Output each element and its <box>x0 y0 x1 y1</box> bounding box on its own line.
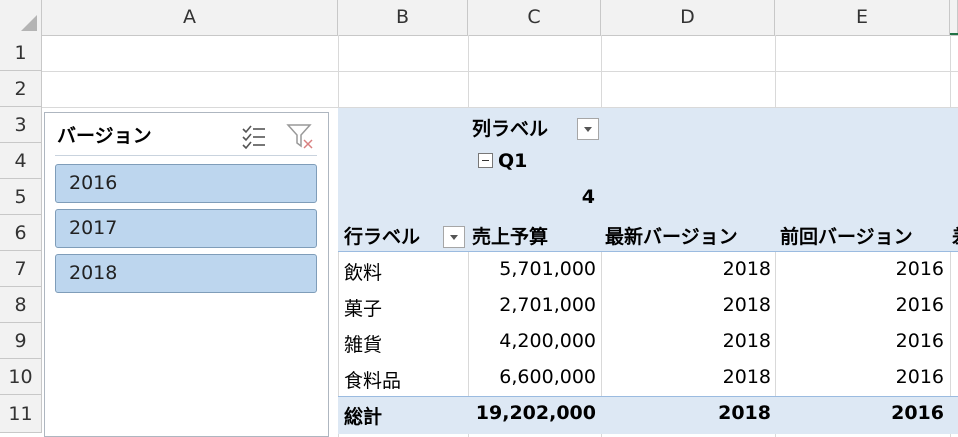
row-header-1[interactable]: 1 <box>0 35 42 71</box>
row-header-5[interactable]: 5 <box>0 179 42 215</box>
column-header-a[interactable]: A <box>42 0 338 35</box>
cell-previous: 2016 <box>895 294 944 316</box>
row-header-11[interactable]: 11 <box>0 395 42 433</box>
row-header-10[interactable]: 10 <box>0 359 42 395</box>
column-labels-caption[interactable]: 列ラベル <box>472 114 548 141</box>
column-header-e[interactable]: E <box>775 0 950 35</box>
row-label: 菓子 <box>344 298 383 320</box>
row-labels-filter-button[interactable] <box>443 226 465 248</box>
row-header-4[interactable]: 4 <box>0 143 42 179</box>
column-header-c[interactable]: C <box>468 0 601 35</box>
slicer-separator <box>55 155 317 156</box>
column-header-f[interactable] <box>950 0 958 35</box>
cell-previous: 2016 <box>895 258 944 280</box>
version-slicer[interactable]: バージョン 2016 2017 2018 <box>44 112 329 437</box>
quarter-sub-label: 4 <box>581 186 595 208</box>
row-header-8[interactable]: 8 <box>0 287 42 323</box>
slicer-item-2017[interactable]: 2017 <box>55 209 317 248</box>
cell-latest: 2018 <box>722 294 771 316</box>
row-label: 飲料 <box>344 262 383 284</box>
header-latest-version: 最新バージョン <box>605 226 738 248</box>
gridline <box>42 71 958 72</box>
slicer-title: バージョン <box>57 125 152 147</box>
row-label: 食料品 <box>344 370 402 392</box>
column-header-d[interactable]: D <box>601 0 775 35</box>
header-budget: 売上予算 <box>472 226 549 248</box>
cell-budget: 4,200,000 <box>499 330 596 352</box>
pivot-header-rule <box>338 251 958 252</box>
column-labels-filter-button[interactable] <box>577 118 599 140</box>
quarter-label[interactable]: Q1 <box>498 150 527 172</box>
cell-previous: 2016 <box>895 330 944 352</box>
row-header-7[interactable]: 7 <box>0 251 42 287</box>
row-header-2[interactable]: 2 <box>0 71 42 107</box>
total-latest: 2018 <box>718 402 771 424</box>
row-labels-caption[interactable]: 行ラベル <box>344 222 420 249</box>
total-previous: 2016 <box>891 402 944 424</box>
total-budget: 19,202,000 <box>475 402 596 424</box>
select-all-button[interactable] <box>0 0 42 35</box>
row-header-9[interactable]: 9 <box>0 323 42 359</box>
column-header-b[interactable]: B <box>338 0 468 35</box>
row-header-6[interactable]: 6 <box>0 215 42 251</box>
cell-budget: 5,701,000 <box>499 258 596 280</box>
header-cut-off: 差 <box>952 222 958 249</box>
row-label: 雑貨 <box>344 334 383 356</box>
cell-previous: 2016 <box>895 366 944 388</box>
header-previous-version: 前回バージョン <box>780 226 913 248</box>
slicer-item-2018[interactable]: 2018 <box>55 254 317 293</box>
select-all-icon <box>21 15 37 31</box>
slicer-item-2016[interactable]: 2016 <box>55 164 317 203</box>
cell-budget: 2,701,000 <box>499 294 596 316</box>
cell-budget: 6,600,000 <box>499 366 596 388</box>
multi-select-icon[interactable] <box>241 123 267 149</box>
cell-latest: 2018 <box>722 366 771 388</box>
collapse-q1-icon[interactable] <box>478 153 493 168</box>
clear-filter-icon[interactable] <box>286 122 314 150</box>
selection-indicator <box>950 33 958 35</box>
total-label: 総計 <box>344 406 383 428</box>
row-header-3[interactable]: 3 <box>0 107 42 143</box>
cell-latest: 2018 <box>722 330 771 352</box>
cell-latest: 2018 <box>722 258 771 280</box>
